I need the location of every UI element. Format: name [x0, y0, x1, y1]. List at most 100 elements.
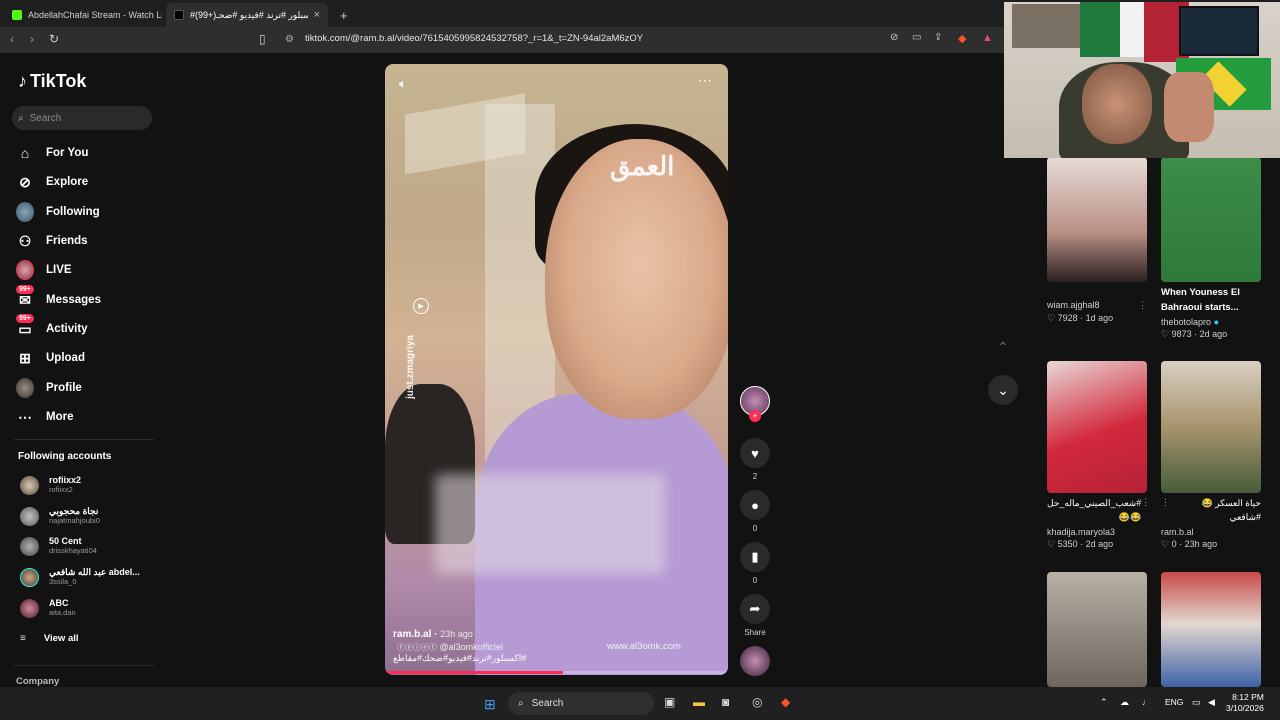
feed-likes: 7928 — [1057, 313, 1078, 323]
nav-activity[interactable]: ▭ 99+ Activity — [16, 314, 88, 340]
video-author[interactable]: ram.b.al · 23h ago — [393, 629, 473, 640]
tiktok-favicon-icon — [174, 10, 184, 20]
bookmark-icon[interactable]: ▯ — [259, 32, 266, 46]
browser-tab[interactable]: AbdellahChafai Stream - Watch Live — [4, 3, 162, 27]
share-button[interactable]: ➦ Share — [738, 594, 772, 637]
music-disc-button[interactable] — [738, 646, 772, 676]
more-icon[interactable]: ⋮ — [1161, 497, 1170, 525]
wall-picture — [1012, 4, 1082, 48]
account-handle: drisskhayati04 — [49, 546, 97, 556]
nav-upload[interactable]: ⊞ Upload — [16, 347, 85, 369]
following-account[interactable]: rofiixx2 rofiixx2 — [20, 476, 81, 495]
tiktok-logo[interactable]: ♪ TikTok — [18, 71, 86, 92]
site-info-icon[interactable]: ⚙ — [285, 34, 294, 45]
avatar — [20, 537, 39, 556]
nav-more[interactable]: ⋯ More — [16, 406, 73, 428]
avatar — [16, 260, 34, 280]
next-video-button[interactable]: ⌄ — [988, 375, 1018, 405]
search-input[interactable]: ⌕ Search — [12, 106, 152, 130]
cast-icon[interactable]: ▭ — [912, 32, 921, 43]
feed-card[interactable]: #شعب_الصيني_ماله_حل 😂😂 ⋮ khadija.maryola3… — [1047, 361, 1150, 550]
avatar — [16, 378, 34, 398]
mic-icon[interactable]: ♩ — [1142, 697, 1151, 707]
nav-explore[interactable]: ⊘ Explore — [16, 171, 88, 193]
feed-card[interactable] — [1047, 572, 1147, 687]
activity-badge: 99+ — [16, 314, 34, 323]
browser-tab-active[interactable]: #اكسبلور #ترند #فيديو #ضحـ(+99) × — [166, 3, 328, 27]
following-account[interactable]: نجاة محجوبي najatmahjoubi0 — [20, 507, 100, 526]
divider — [14, 665, 154, 666]
brave-browser-icon[interactable]: ◆ — [781, 695, 790, 709]
task-view-icon[interactable]: ▣ — [664, 695, 675, 709]
feed-user: khadija.maryola3 — [1047, 526, 1116, 537]
save-button[interactable]: ▮ 0 — [738, 542, 772, 585]
feed-card[interactable] — [1161, 572, 1261, 687]
volume-icon[interactable]: 🔈︎ — [399, 76, 407, 92]
video-hashtags[interactable]: #اكسبلور#ترند#فيديو#ضحك#مقاطع — [393, 653, 543, 664]
feed-thumbnail — [1161, 361, 1261, 493]
nav-friends[interactable]: ⚇ Friends — [16, 230, 88, 252]
rewards-icon[interactable]: ▲ — [982, 32, 993, 44]
social-icons: ⓕⓨⓘⓞⓣ — [397, 643, 437, 652]
more-icon[interactable]: ⋮ — [1138, 300, 1147, 311]
feed-age: 2d ago — [1199, 329, 1228, 340]
feed-thumbnail — [1047, 157, 1147, 282]
taskbar-search[interactable]: ⌕ Search — [508, 692, 654, 715]
like-button[interactable]: ♥ 2 — [738, 438, 772, 481]
comment-icon: ● — [740, 490, 770, 520]
obs-icon[interactable]: ◎ — [752, 695, 762, 709]
forward-icon[interactable]: › — [30, 32, 34, 46]
feed-card[interactable]: When Youness El Bahraoui starts... thebo… — [1161, 157, 1261, 340]
new-tab-button[interactable]: + — [332, 3, 352, 27]
camera-app-icon[interactable]: ◙ — [722, 695, 729, 709]
network-icon[interactable]: ▭ — [1192, 697, 1201, 708]
nav-messages[interactable]: ✉ 99+ Messages — [16, 285, 101, 311]
video-progress-bar[interactable] — [385, 671, 728, 674]
view-all-button[interactable]: ≡ View all — [20, 633, 79, 644]
following-account[interactable]: 50 Cent drisskhayati04 — [20, 537, 97, 556]
nav-following[interactable]: Following — [16, 201, 100, 223]
follow-plus-icon[interactable]: + — [749, 410, 761, 422]
brave-shield-icon[interactable]: ◆ — [958, 32, 966, 45]
account-handle: rofiixx2 — [49, 485, 73, 495]
previous-video-button[interactable]: ⌃ — [988, 332, 1018, 362]
reload-icon[interactable]: ↻ — [49, 32, 59, 46]
nav-profile[interactable]: Profile — [16, 377, 82, 399]
no-tracking-icon[interactable]: ⊘ — [890, 32, 898, 43]
nav-label: LIVE — [46, 264, 72, 276]
more-icon[interactable]: ⋮ — [1141, 497, 1150, 525]
feed-meta: ♡ 5350 · 2d ago — [1047, 538, 1114, 549]
volume-icon[interactable]: ◀ — [1208, 697, 1215, 708]
url-field[interactable]: tiktok.com/@ram.b.al/video/7615405995824… — [305, 33, 643, 44]
feed-card[interactable]: wiam.ajghal8 ⋮ ♡ 7928 · 1d ago — [1047, 157, 1147, 324]
feed-meta: ♡ 0 · 23h ago — [1161, 538, 1218, 549]
nav-label: Profile — [46, 382, 82, 394]
more-options-icon[interactable]: ⋯ — [698, 72, 713, 89]
compass-icon: ⊘ — [19, 173, 31, 190]
tray-chevron-icon[interactable]: ⌃ — [1100, 697, 1108, 708]
close-tab-icon[interactable]: × — [314, 9, 320, 21]
clock[interactable]: 8:12 PM 3/10/2026 — [1226, 692, 1264, 715]
taskbar-search-label: Search — [531, 698, 564, 709]
share-icon[interactable]: ⇪ — [934, 32, 942, 43]
feed-card[interactable]: ⋮ حياة العسكر 😂 #شافعي ram.b.al ♡ 0 · 23h… — [1161, 361, 1261, 550]
brand-name: TikTok — [30, 71, 87, 91]
comment-button[interactable]: ● 0 — [738, 490, 772, 533]
following-account[interactable]: ABC aita.dan — [20, 599, 76, 618]
nav-live[interactable]: LIVE — [16, 259, 72, 281]
nav-for-you[interactable]: ⌂ For You — [16, 142, 89, 164]
list-icon: ≡ — [20, 633, 26, 644]
file-explorer-icon[interactable]: ▬ — [693, 695, 705, 709]
tab-title: #اكسبلور #ترند #فيديو #ضحـ(+99) — [190, 9, 308, 20]
following-account[interactable]: عبد الله شافعي abdel... 3ssila_0 — [20, 568, 140, 587]
video-player[interactable]: العمق just.zmagriya ▶ 🔈︎ ⋯ ram.b.al · 23… — [385, 64, 728, 675]
music-disc-icon — [740, 646, 770, 676]
back-icon[interactable]: ‹ — [10, 32, 14, 46]
company-link[interactable]: Company — [16, 676, 59, 687]
cloud-icon[interactable]: ☁ — [1120, 697, 1129, 708]
creator-avatar-button[interactable]: + — [738, 386, 772, 422]
windows-start-icon[interactable]: ⊞ — [484, 696, 496, 713]
nav-label: Activity — [46, 323, 88, 335]
language-indicator[interactable]: ENG — [1165, 697, 1183, 707]
more-icon: ⋯ — [18, 408, 32, 425]
